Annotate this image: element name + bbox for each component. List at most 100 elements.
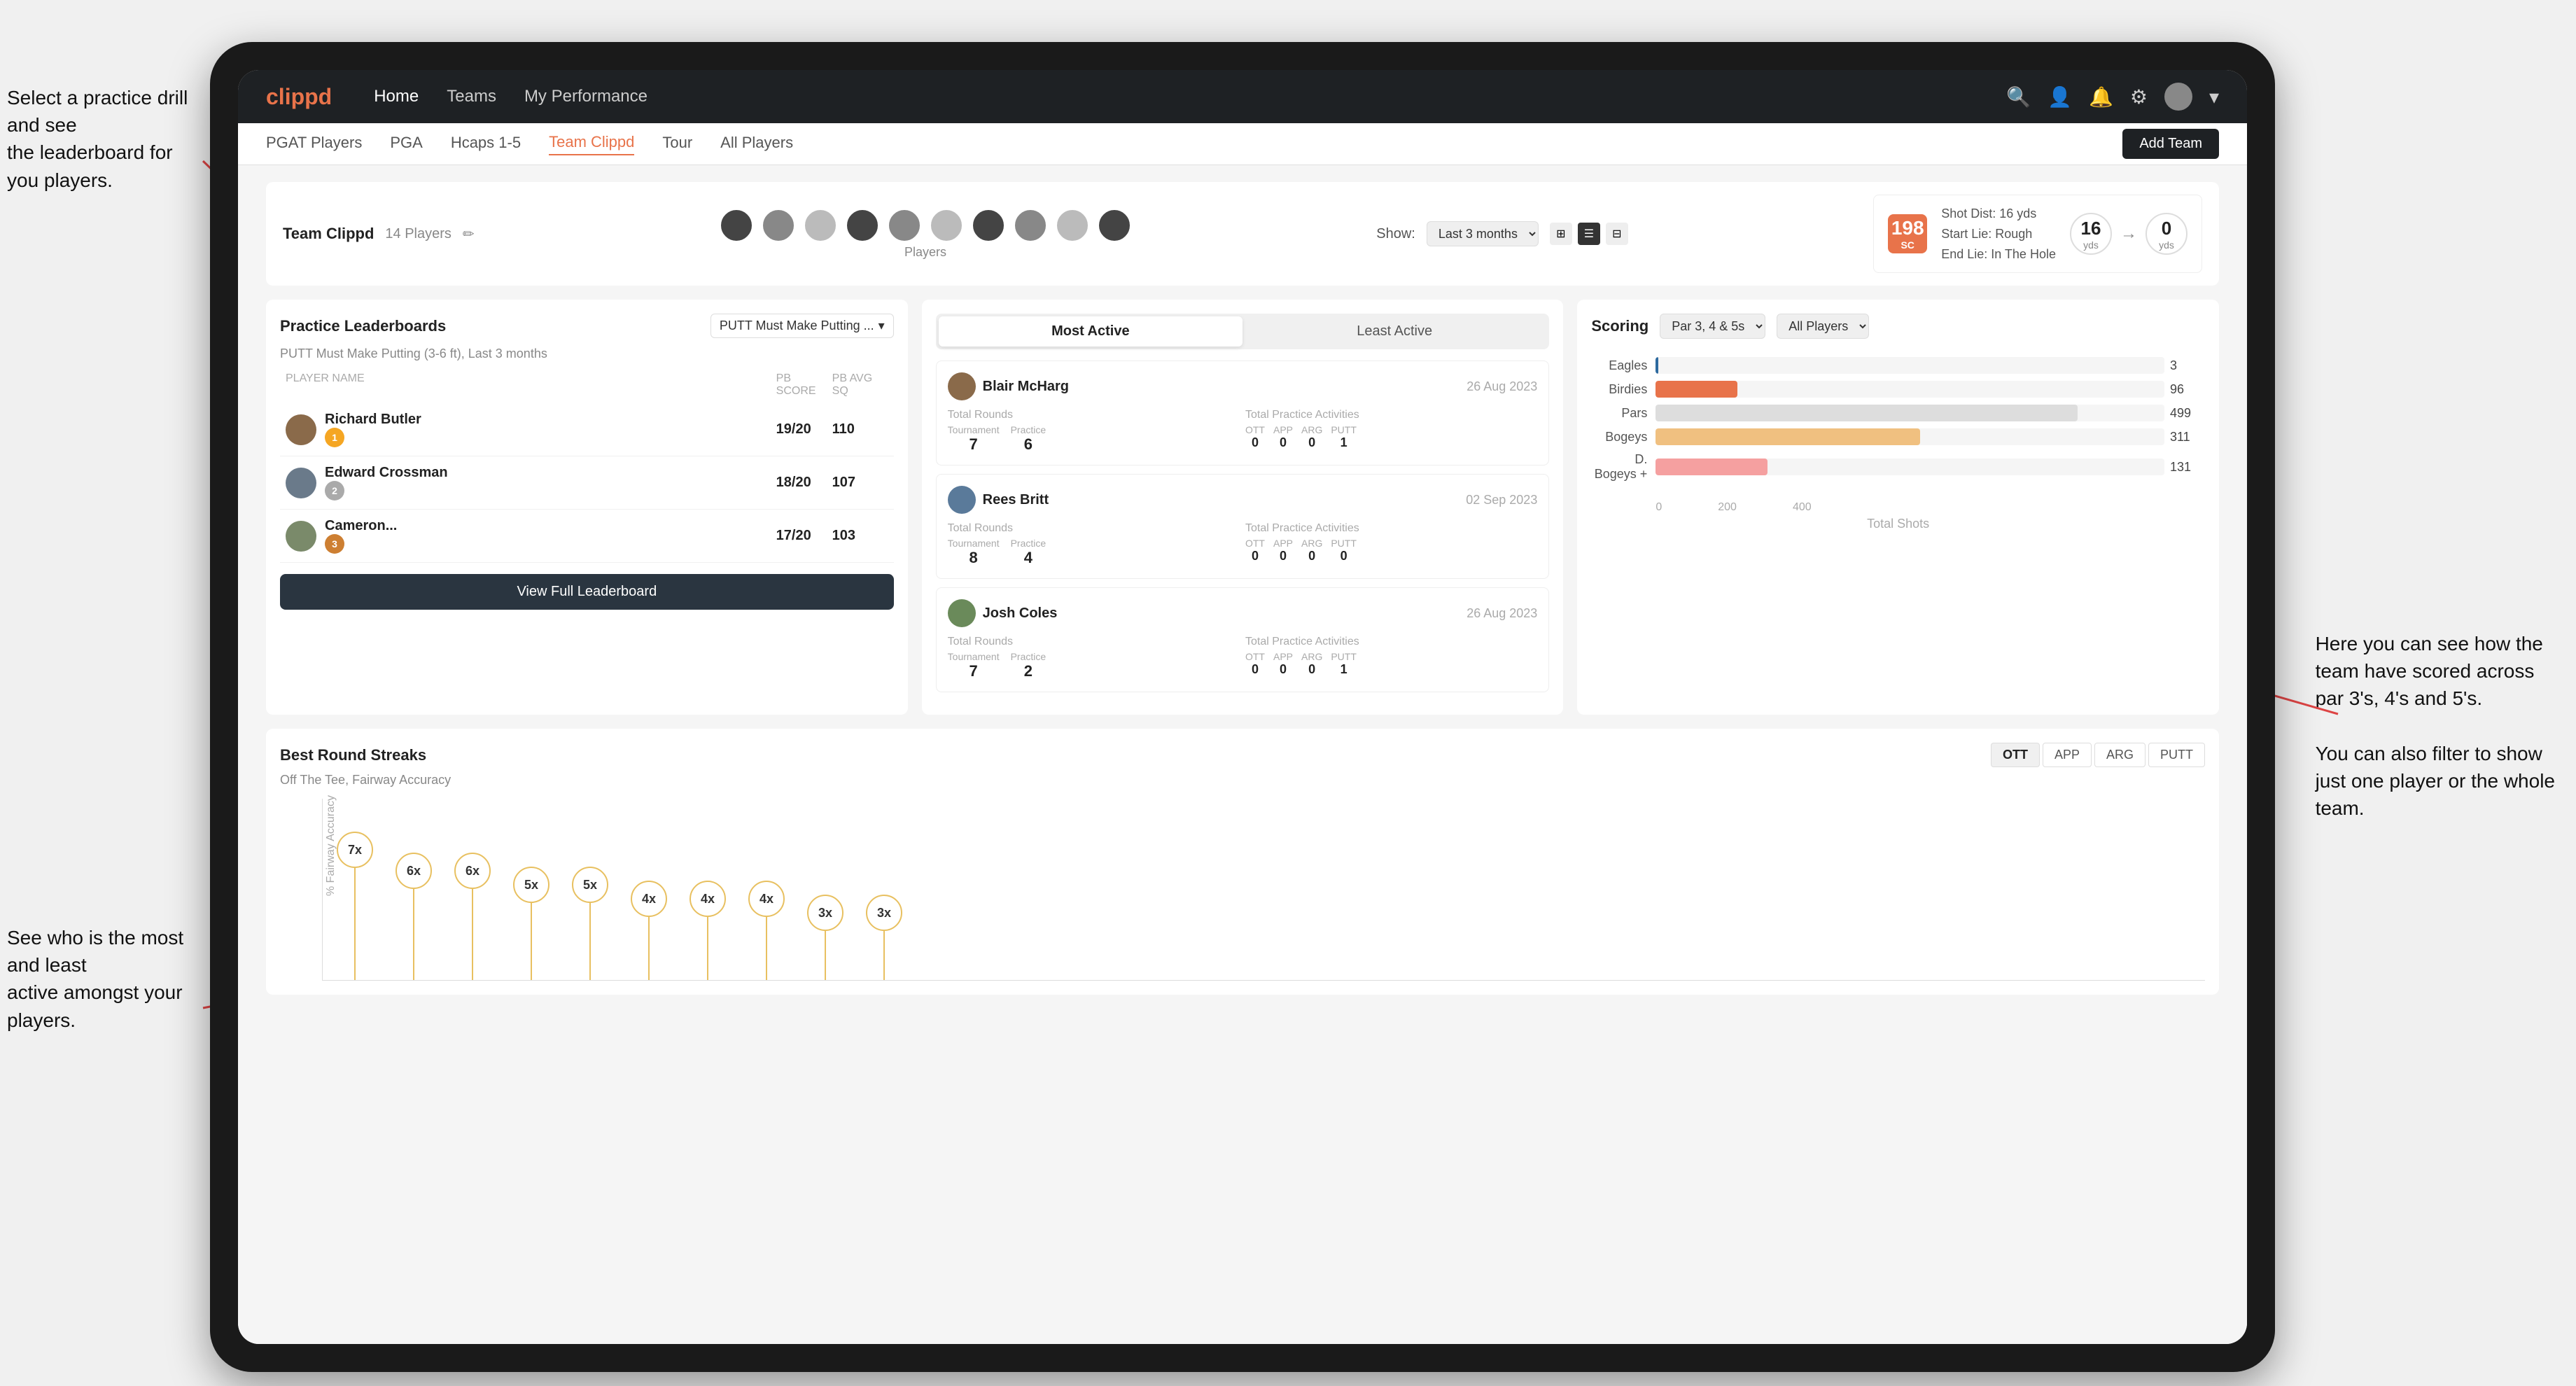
tablet-screen: clippd Home Teams My Performance 🔍 👤 🔔 ⚙… [238, 70, 2247, 1344]
avatar[interactable] [2164, 83, 2192, 111]
player-name-1: Richard Butler [325, 412, 421, 428]
putt-filter-button[interactable]: PUTT [2148, 743, 2205, 767]
navbar: clippd Home Teams My Performance 🔍 👤 🔔 ⚙… [238, 70, 2247, 123]
team-title-group: Team Clippd 14 Players ✏ [283, 225, 475, 243]
subnav-pga[interactable]: PGA [390, 134, 422, 155]
player-info-2: Edward Crossman 2 [286, 465, 776, 500]
pars-bar-container [1656, 405, 2164, 421]
subnav-team-clippd[interactable]: Team Clippd [549, 133, 634, 155]
avatar-3 [804, 209, 837, 242]
main-content: Team Clippd 14 Players ✏ [238, 165, 2247, 1344]
activity-card: Most Active Least Active Blair McHarg 26… [922, 300, 1564, 715]
streak-line-5 [589, 903, 591, 980]
dbogeys-bar [1656, 458, 1768, 475]
leaderboard-header-row: Practice Leaderboards PUTT Must Make Put… [280, 314, 894, 338]
end-lie: End Lie: In The Hole [1941, 244, 2056, 265]
shot-dist: Shot Dist: 16 yds [1941, 204, 2056, 224]
view-icons: ⊞ ☰ ⊟ [1550, 223, 1628, 245]
pars-label: Pars [1591, 406, 1647, 421]
pac-header-3: Josh Coles 26 Aug 2023 [948, 599, 1538, 627]
leaderboard-row: Edward Crossman 2 18/20 107 [280, 456, 894, 510]
bogeys-val: 311 [2170, 430, 2205, 444]
avatar-9 [1056, 209, 1089, 242]
streak-circle-5: 5x [572, 867, 608, 903]
pac-avatar-1 [948, 372, 976, 400]
practice-leaderboard-card: Practice Leaderboards PUTT Must Make Put… [266, 300, 908, 715]
nav-link-performance[interactable]: My Performance [524, 87, 648, 106]
pac-name-2: Rees Britt [983, 492, 1049, 508]
pac-name-1: Blair McHarg [983, 379, 1069, 395]
streaks-title: Best Round Streaks [280, 746, 426, 764]
ott-filter-button[interactable]: OTT [1991, 743, 2040, 767]
shot-circle-2: 0 yds [2146, 213, 2188, 255]
par-filter[interactable]: Par 3, 4 & 5s [1660, 314, 1765, 339]
chart-axis: 0 200 400 [1591, 501, 2205, 514]
add-team-button[interactable]: Add Team [2122, 129, 2219, 159]
avatar-4 [846, 209, 879, 242]
least-active-tab[interactable]: Least Active [1242, 316, 1546, 346]
drill-dropdown[interactable]: PUTT Must Make Putting ... ▾ [710, 314, 894, 338]
team-avatars [720, 209, 1131, 242]
activity-player-1: Blair McHarg 26 Aug 2023 Total Rounds To… [936, 360, 1550, 465]
streak-bubble-8: 4x [748, 799, 785, 980]
pac-date-1: 26 Aug 2023 [1466, 379, 1537, 394]
start-lie: Start Lie: Rough [1941, 224, 2056, 244]
activity-player-3: Josh Coles 26 Aug 2023 Total Rounds Tour… [936, 587, 1550, 692]
shot-info-card: 198 SC Shot Dist: 16 yds Start Lie: Roug… [1873, 195, 2202, 273]
streak-circle-3: 6x [454, 853, 491, 889]
list-view-icon[interactable]: ☰ [1578, 223, 1600, 245]
streaks-card: Best Round Streaks OTT APP ARG PUTT Off … [266, 729, 2219, 995]
leaderboard-row: Cameron... 3 17/20 103 [280, 510, 894, 563]
team-header-card: Team Clippd 14 Players ✏ [266, 182, 2219, 286]
app-filter-button[interactable]: APP [2043, 743, 2092, 767]
pars-bar [1656, 405, 2078, 421]
players-filter[interactable]: All Players [1777, 314, 1869, 339]
search-icon[interactable]: 🔍 [2006, 85, 2031, 108]
streak-circle-9: 3x [807, 895, 844, 931]
show-label: Show: [1376, 226, 1415, 242]
grid-view-icon[interactable]: ⊞ [1550, 223, 1572, 245]
leaderboard-title: Practice Leaderboards [280, 317, 446, 335]
streak-line-1 [354, 868, 356, 980]
y-axis-label: % Fairway Accuracy [325, 795, 337, 896]
subnav-tour[interactable]: Tour [662, 134, 692, 155]
pac-date-3: 26 Aug 2023 [1466, 606, 1537, 621]
nav-link-home[interactable]: Home [374, 87, 419, 106]
streak-line-9 [825, 931, 826, 980]
subnav-pgat[interactable]: PGAT Players [266, 134, 362, 155]
streak-circle-2: 6x [396, 853, 432, 889]
nav-link-teams[interactable]: Teams [447, 87, 496, 106]
player-name-2: Edward Crossman [325, 465, 448, 481]
streak-circle-1: 7x [337, 832, 373, 868]
streak-line-10 [883, 931, 885, 980]
player-avatar-3 [286, 521, 316, 552]
most-active-tab[interactable]: Most Active [939, 316, 1242, 346]
pac-date-2: 02 Sep 2023 [1466, 493, 1537, 507]
streak-circle-4: 5x [513, 867, 550, 903]
activity-player-2: Rees Britt 02 Sep 2023 Total Rounds Tour… [936, 474, 1550, 579]
table-view-icon[interactable]: ⊟ [1606, 223, 1628, 245]
dbogeys-label: D. Bogeys + [1591, 452, 1647, 482]
player-info-1: Richard Butler 1 [286, 412, 776, 447]
edit-icon[interactable]: ✏ [463, 225, 475, 243]
show-select[interactable]: Last 3 months Last 6 months Last year [1427, 221, 1539, 246]
shot-circles: 16 yds → 0 yds [2070, 213, 2188, 255]
chevron-down-icon[interactable]: ▾ [2209, 85, 2219, 108]
streak-bubble-5: 5x [572, 799, 608, 980]
arg-filter-button[interactable]: ARG [2094, 743, 2146, 767]
nav-icons: 🔍 👤 🔔 ⚙ ▾ [2006, 83, 2219, 111]
subnav-all-players[interactable]: All Players [720, 134, 793, 155]
chart-row-bogeys: Bogeys 311 [1591, 428, 2205, 445]
streak-line-4 [531, 903, 532, 980]
view-full-leaderboard-button[interactable]: View Full Leaderboard [280, 574, 894, 610]
subnav: PGAT Players PGA Hcaps 1-5 Team Clippd T… [238, 123, 2247, 165]
subnav-hcaps[interactable]: Hcaps 1-5 [451, 134, 521, 155]
streak-line-7 [707, 917, 708, 980]
players-label: Players [904, 245, 946, 260]
pac-name-3: Josh Coles [983, 606, 1058, 622]
settings-icon[interactable]: ⚙ [2130, 85, 2148, 108]
eagles-bar [1656, 357, 1658, 374]
person-icon[interactable]: 👤 [2047, 85, 2072, 108]
bell-icon[interactable]: 🔔 [2089, 85, 2113, 108]
birdies-bar [1656, 381, 1737, 398]
